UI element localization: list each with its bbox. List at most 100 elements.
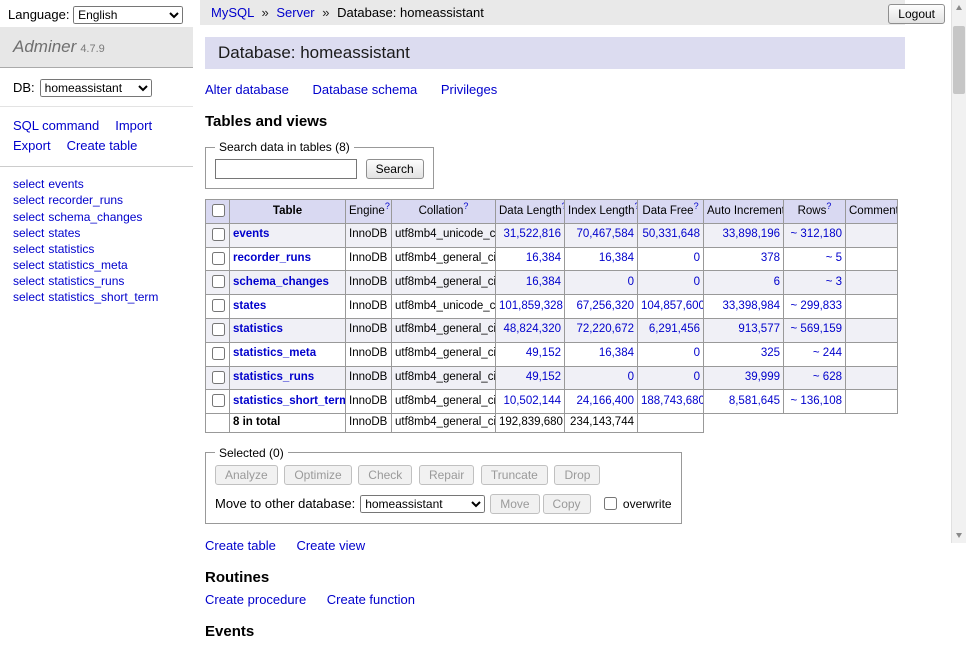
create-table-link[interactable]: Create table: [205, 538, 276, 553]
data-length-link[interactable]: 101,859,328: [499, 300, 563, 312]
data-length-link[interactable]: 49,152: [526, 371, 561, 383]
index-length-link[interactable]: 16,384: [599, 252, 634, 264]
language-select[interactable]: English: [73, 6, 183, 24]
sidebar-link-export[interactable]: Export: [13, 138, 51, 153]
select-link[interactable]: select: [13, 177, 44, 191]
index-length-link[interactable]: 16,384: [599, 347, 634, 359]
index-length-link[interactable]: 24,166,400: [576, 395, 634, 407]
row-checkbox[interactable]: [212, 228, 225, 241]
column-help-link[interactable]: ?: [826, 201, 831, 211]
drop-button[interactable]: Drop: [554, 465, 600, 485]
table-name-link[interactable]: statistics_runs: [233, 371, 314, 383]
table-name-link[interactable]: recorder_runs: [233, 252, 311, 264]
rows-count-link[interactable]: ~ 569,159: [791, 323, 842, 335]
sidebar-table-link-events[interactable]: events: [48, 177, 83, 191]
index-length-link[interactable]: 67,256,320: [576, 300, 634, 312]
index-length-link[interactable]: 70,467,584: [576, 228, 634, 240]
auto-increment-link[interactable]: 913,577: [738, 323, 780, 335]
create-view-link[interactable]: Create view: [296, 538, 365, 553]
rows-count-link[interactable]: ~ 299,833: [791, 300, 842, 312]
data-free-link[interactable]: 0: [694, 347, 700, 359]
column-help-link[interactable]: ?: [694, 201, 699, 211]
data-length-link[interactable]: 31,522,816: [503, 228, 561, 240]
select-link[interactable]: select: [13, 242, 44, 256]
repair-button[interactable]: Repair: [419, 465, 474, 485]
breadcrumb-link-server[interactable]: Server: [276, 5, 314, 20]
row-checkbox[interactable]: [212, 371, 225, 384]
table-name-link[interactable]: schema_changes: [233, 276, 329, 288]
create-function-link[interactable]: Create function: [327, 592, 415, 607]
select-link[interactable]: select: [13, 210, 44, 224]
auto-increment-link[interactable]: 39,999: [745, 371, 780, 383]
privileges-link[interactable]: Privileges: [441, 82, 497, 97]
auto-increment-link[interactable]: 33,398,984: [722, 300, 780, 312]
sidebar-table-link-states[interactable]: states: [48, 226, 80, 240]
row-checkbox[interactable]: [212, 252, 225, 265]
data-free-link[interactable]: 0: [694, 371, 700, 383]
table-name-link[interactable]: statistics: [233, 323, 283, 335]
database-schema-link[interactable]: Database schema: [312, 82, 417, 97]
data-free-link[interactable]: 188,743,680: [641, 395, 704, 407]
sidebar-link-import[interactable]: Import: [115, 118, 152, 133]
table-name-link[interactable]: statistics_meta: [233, 347, 316, 359]
data-free-link[interactable]: 6,291,456: [649, 323, 700, 335]
select-link[interactable]: select: [13, 258, 44, 272]
index-length-link[interactable]: 0: [628, 371, 634, 383]
logout-button[interactable]: Logout: [888, 4, 945, 24]
data-free-link[interactable]: 104,857,600: [641, 300, 704, 312]
move-button[interactable]: Move: [490, 494, 539, 514]
alter-database-link[interactable]: Alter database: [205, 82, 289, 97]
scrollbar-thumb[interactable]: [953, 26, 965, 94]
column-help-link[interactable]: ?: [385, 201, 390, 211]
auto-increment-link[interactable]: 378: [761, 252, 780, 264]
data-length-link[interactable]: 48,824,320: [503, 323, 561, 335]
db-select[interactable]: homeassistant: [40, 79, 152, 97]
row-checkbox[interactable]: [212, 347, 225, 360]
sidebar-table-link-statistics-short-term[interactable]: statistics_short_term: [48, 290, 158, 304]
rows-count-link[interactable]: ~ 5: [826, 252, 842, 264]
create-procedure-link[interactable]: Create procedure: [205, 592, 306, 607]
table-name-link[interactable]: states: [233, 300, 266, 312]
rows-count-link[interactable]: ~ 312,180: [791, 228, 842, 240]
select-link[interactable]: select: [13, 290, 44, 304]
data-free-link[interactable]: 0: [694, 276, 700, 288]
select-link[interactable]: select: [13, 226, 44, 240]
auto-increment-link[interactable]: 325: [761, 347, 780, 359]
sidebar-table-link-statistics[interactable]: statistics: [48, 242, 94, 256]
move-database-select[interactable]: homeassistant: [360, 495, 485, 513]
rows-count-link[interactable]: ~ 3: [826, 276, 842, 288]
data-length-link[interactable]: 16,384: [526, 276, 561, 288]
rows-count-link[interactable]: ~ 136,108: [791, 395, 842, 407]
row-checkbox[interactable]: [212, 323, 225, 336]
data-free-link[interactable]: 50,331,648: [642, 228, 700, 240]
data-length-link[interactable]: 49,152: [526, 347, 561, 359]
sidebar-table-link-recorder-runs[interactable]: recorder_runs: [48, 193, 123, 207]
rows-count-link[interactable]: ~ 628: [813, 371, 842, 383]
row-checkbox[interactable]: [212, 275, 225, 288]
auto-increment-link[interactable]: 33,898,196: [722, 228, 780, 240]
truncate-button[interactable]: Truncate: [481, 465, 548, 485]
check-button[interactable]: Check: [358, 465, 412, 485]
select-link[interactable]: select: [13, 274, 44, 288]
breadcrumb-link-mysql[interactable]: MySQL: [211, 5, 254, 20]
rows-count-link[interactable]: ~ 244: [813, 347, 842, 359]
copy-button[interactable]: Copy: [543, 494, 591, 514]
sidebar-table-link-schema-changes[interactable]: schema_changes: [48, 210, 142, 224]
auto-increment-link[interactable]: 6: [774, 276, 780, 288]
index-length-link[interactable]: 72,220,672: [576, 323, 634, 335]
data-free-link[interactable]: 0: [694, 252, 700, 264]
tables-search-input[interactable]: [215, 159, 357, 179]
data-length-link[interactable]: 10,502,144: [503, 395, 561, 407]
sidebar-link-sql-command[interactable]: SQL command: [13, 118, 99, 133]
search-button[interactable]: Search: [366, 159, 424, 179]
row-checkbox[interactable]: [212, 299, 225, 312]
table-name-link[interactable]: statistics_short_term: [233, 395, 346, 407]
sidebar-table-link-statistics-runs[interactable]: statistics_runs: [48, 274, 124, 288]
column-help-link[interactable]: ?: [463, 201, 468, 211]
select-all-checkbox[interactable]: [212, 204, 225, 217]
select-link[interactable]: select: [13, 193, 44, 207]
analyze-button[interactable]: Analyze: [215, 465, 278, 485]
scroll-down-icon[interactable]: [952, 528, 966, 543]
table-name-link[interactable]: events: [233, 228, 269, 240]
scroll-up-icon[interactable]: [952, 0, 966, 15]
